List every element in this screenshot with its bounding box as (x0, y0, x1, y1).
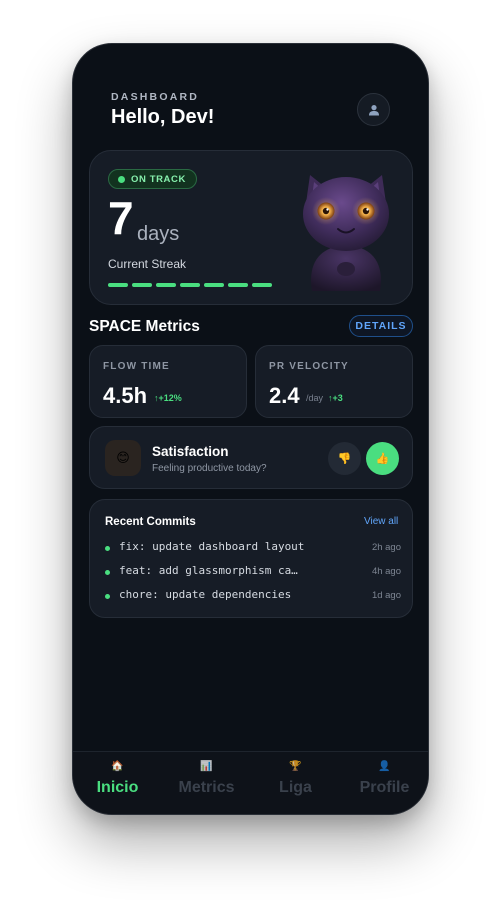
nav-item-profile[interactable]: 👤 Profile (340, 760, 428, 797)
commit-time: 4h ago (371, 566, 401, 577)
section-title-space-metrics: SPACE Metrics (89, 318, 200, 335)
commit-dot-icon (105, 594, 110, 599)
pr-velocity-delta: ↑+3 (328, 393, 343, 403)
details-button[interactable]: DETAILS (349, 315, 413, 337)
flow-time-delta: ↑+12% (154, 393, 182, 403)
commit-dot-icon (105, 546, 110, 551)
recent-commits-card: Recent Commits View all fix: update dash… (89, 499, 413, 618)
commit-time: 1d ago (371, 590, 401, 601)
bottom-nav: 🏠 Inicio 📊 Metrics 🏆 Liga 👤 Profile (73, 751, 428, 814)
trophy-icon: 🏆 (289, 761, 302, 772)
nav-label: Inicio (96, 779, 139, 796)
thumbs-up-button[interactable]: 👍 (366, 442, 399, 475)
thumbs-down-icon: 👎 (337, 453, 352, 465)
recent-commits-title: Recent Commits (105, 516, 196, 528)
chart-icon: 📊 (200, 761, 213, 772)
nav-label: Profile (359, 779, 410, 796)
commit-message: fix: update dashboard layout (119, 540, 305, 553)
nav-item-metrics[interactable]: 📊 Metrics (162, 760, 251, 797)
home-icon: 🏠 (111, 761, 124, 772)
commit-dot-icon (105, 570, 110, 575)
commit-item[interactable]: chore: update dependencies 1d ago (105, 588, 401, 604)
satisfaction-card: 😊 Satisfaction Feeling productive today?… (89, 426, 413, 489)
streak-value: 7 (108, 192, 134, 244)
status-badge: ON TRACK (108, 169, 197, 189)
flow-time-card[interactable]: FLOW TIME 4.5h ↑+12% (89, 345, 247, 418)
status-badge-label: ON TRACK (131, 173, 186, 185)
thumbs-down-button[interactable]: 👎 (328, 442, 361, 475)
view-all-link[interactable]: View all (364, 516, 398, 527)
streak-segment (180, 283, 200, 287)
nav-item-inicio[interactable]: 🏠 Inicio (73, 760, 162, 797)
commit-time: 2h ago (371, 542, 401, 553)
commit-item[interactable]: fix: update dashboard layout 2h ago (105, 540, 401, 556)
phone-frame: DASHBOARD Hello, Dev! ON TRACK 7 days Cu… (72, 43, 429, 815)
user-icon (368, 104, 379, 115)
commit-message: feat: add glassmorphism ca… (119, 564, 298, 577)
streak-segment (132, 283, 152, 287)
pr-velocity-label: PR VELOCITY (269, 361, 349, 372)
streak-label: Current Streak (108, 257, 187, 271)
streak-segment (252, 283, 272, 287)
nav-label: Liga (279, 779, 312, 796)
cat-mascot-image (303, 175, 389, 291)
commit-item[interactable]: feat: add glassmorphism ca… 4h ago (105, 564, 401, 580)
smile-icon: 😊 (105, 440, 141, 476)
greeting-title: Hello, Dev! (111, 106, 215, 128)
streak-segment (204, 283, 224, 287)
flow-time-value: 4.5h (103, 383, 148, 408)
streak-segment (228, 283, 248, 287)
pr-velocity-value: 2.4 (269, 383, 300, 408)
streak-unit: days (137, 223, 180, 245)
flow-time-label: FLOW TIME (103, 361, 170, 372)
avatar-button[interactable] (357, 93, 390, 126)
streak-card: ON TRACK 7 days Current Streak (89, 150, 413, 305)
nav-label: Metrics (178, 779, 235, 796)
satisfaction-subtitle: Feeling productive today? (152, 463, 267, 474)
streak-segment (108, 283, 128, 287)
thumbs-up-icon: 👍 (375, 453, 390, 465)
user-icon: 👤 (378, 761, 391, 772)
satisfaction-title: Satisfaction (152, 444, 229, 459)
nav-item-liga[interactable]: 🏆 Liga (251, 760, 340, 797)
streak-progress (108, 283, 272, 287)
page-eyebrow: DASHBOARD (111, 91, 200, 103)
pr-velocity-unit: /day (306, 393, 324, 403)
pr-velocity-card[interactable]: PR VELOCITY 2.4 /day ↑+3 (255, 345, 413, 418)
streak-segment (156, 283, 176, 287)
commit-message: chore: update dependencies (119, 588, 292, 601)
status-dot (118, 175, 125, 183)
